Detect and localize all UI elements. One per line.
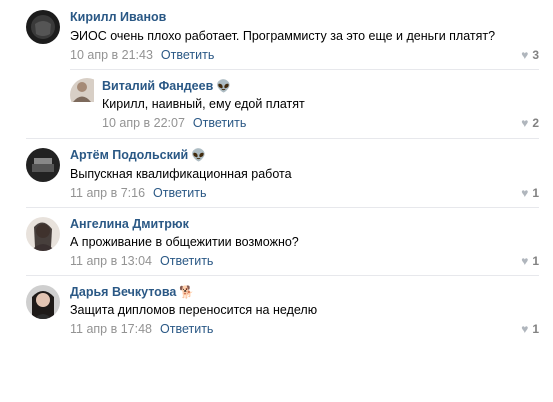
comment-author[interactable]: Ангелина Дмитрюк [70, 217, 189, 231]
comment-meta: 11 апр в 7:16 Ответить [70, 186, 206, 200]
avatar[interactable] [26, 285, 60, 319]
comment-meta: 10 апр в 21:43 Ответить [70, 48, 214, 62]
comment-date[interactable]: 11 апр в 13:04 [70, 254, 152, 268]
comment-meta: 11 апр в 13:04 Ответить [70, 254, 213, 268]
reply-link[interactable]: Ответить [161, 48, 214, 62]
reply-link[interactable]: Ответить [160, 254, 213, 268]
comment-author[interactable]: Виталий Фандеев 👽 [102, 79, 231, 93]
alien-emoji-icon: 👽 [216, 79, 232, 93]
comment-author[interactable]: Артём Подольский 👽 [70, 148, 206, 162]
reply-link[interactable]: Ответить [153, 186, 206, 200]
divider [26, 207, 539, 208]
like-button[interactable]: ♥ 3 [521, 48, 539, 62]
like-button[interactable]: ♥ 1 [521, 254, 539, 268]
like-count: 1 [532, 186, 539, 200]
like-button[interactable]: ♥ 2 [521, 116, 539, 130]
comment-author[interactable]: Дарья Вечкутова 🐕 [70, 285, 194, 299]
avatar[interactable] [26, 217, 60, 251]
divider [70, 69, 539, 70]
comment-text: ЭИОС очень плохо работает. Программисту … [70, 29, 496, 43]
like-count: 1 [532, 322, 539, 336]
like-button[interactable]: ♥ 1 [521, 186, 539, 200]
comment-date[interactable]: 11 апр в 7:16 [70, 186, 145, 200]
comment-date[interactable]: 11 апр в 17:48 [70, 322, 152, 336]
comment-text: Защита дипломов переносится на неделю [70, 303, 318, 317]
avatar[interactable] [70, 78, 104, 112]
avatar[interactable] [26, 148, 60, 182]
heart-icon: ♥ [521, 48, 529, 62]
heart-icon: ♥ [521, 254, 529, 268]
comment-text: А проживание в общежитии возможно? [70, 235, 299, 249]
reply-link[interactable]: Ответить [193, 116, 246, 130]
comment-date[interactable]: 10 апр в 22:07 [102, 116, 185, 130]
comment-text: Выпускная квалификационная работа [70, 167, 292, 181]
heart-icon: ♥ [521, 186, 529, 200]
divider [26, 138, 539, 139]
like-count: 2 [532, 116, 539, 130]
heart-icon: ♥ [521, 322, 529, 336]
like-button[interactable]: ♥ 1 [521, 322, 539, 336]
comment-meta: 10 апр в 22:07 Ответить [102, 116, 246, 130]
like-count: 1 [532, 254, 539, 268]
heart-icon: ♥ [521, 116, 529, 130]
comment-author[interactable]: Кирилл Иванов [70, 10, 166, 24]
divider [26, 275, 539, 276]
dog-emoji-icon: 🐕 [179, 285, 195, 299]
alien-emoji-icon: 👽 [191, 148, 207, 162]
comment-meta: 11 апр в 17:48 Ответить [70, 322, 213, 336]
comment-text: Кирилл, наивный, ему едой платят [102, 97, 305, 111]
comment-date[interactable]: 10 апр в 21:43 [70, 48, 153, 62]
reply-link[interactable]: Ответить [160, 322, 213, 336]
avatar[interactable] [26, 10, 60, 44]
like-count: 3 [532, 48, 539, 62]
